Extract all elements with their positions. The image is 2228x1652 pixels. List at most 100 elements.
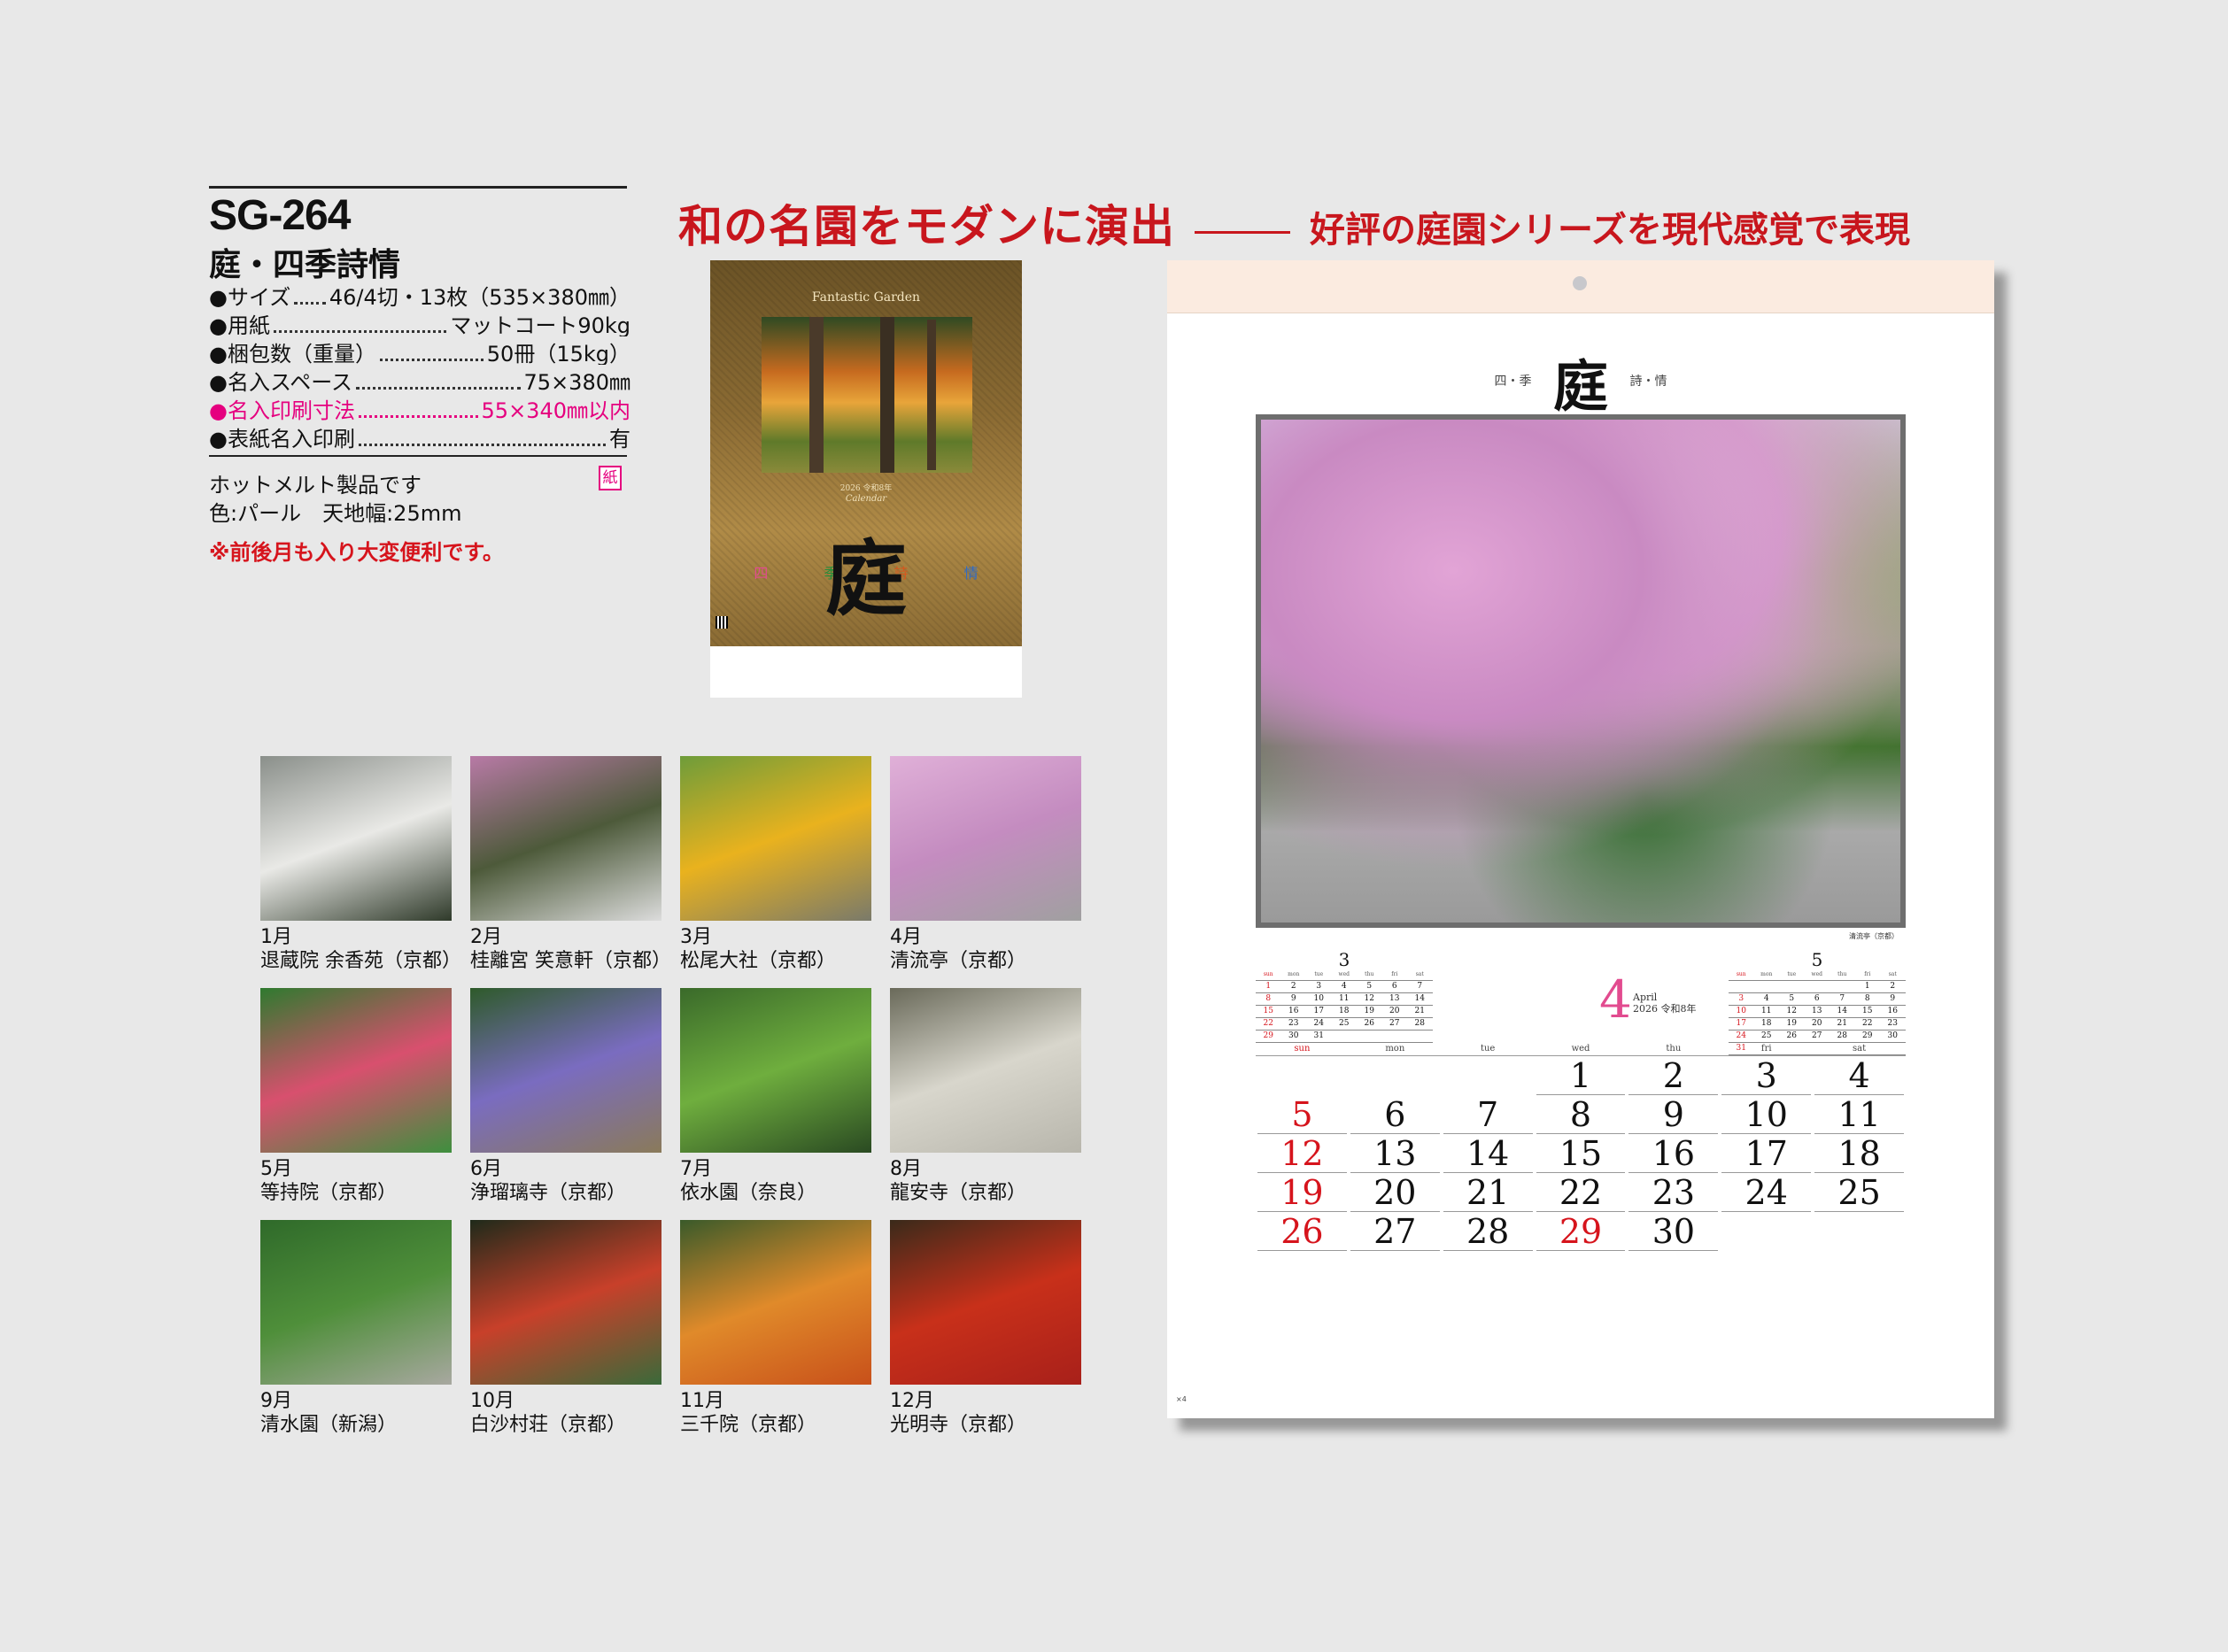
mini-day: 6: [1814, 994, 1820, 1003]
mini-day: 2: [1290, 982, 1296, 991]
mini-day: 18: [1339, 1007, 1350, 1015]
mini-day: 20: [1389, 1007, 1400, 1015]
mini-day: 8: [1265, 994, 1272, 1003]
spec-label: ●梱包数（重量）: [209, 342, 376, 365]
thumbnail-month: 2月: [470, 926, 502, 948]
thumbnail-month: 5月: [260, 1158, 292, 1180]
mini-day: 22: [1862, 1019, 1873, 1028]
day-cell: 15: [1536, 1134, 1626, 1173]
product-code: SG-264: [209, 192, 351, 239]
day-cell: 10: [1721, 1095, 1812, 1134]
mini-day: 9: [1290, 994, 1296, 1003]
day-cell: 11: [1814, 1095, 1905, 1134]
day-cell: 18: [1814, 1134, 1905, 1173]
day-cell: [1721, 1212, 1811, 1251]
mini-day: 2: [1890, 982, 1896, 991]
spec-value: マットコート90kg: [450, 313, 630, 336]
thumbnail-month: 4月: [890, 926, 922, 948]
mini-day: 19: [1786, 1019, 1797, 1028]
day-cell: 28: [1443, 1212, 1533, 1251]
day-cell: 29: [1536, 1212, 1626, 1251]
mini-day: 3: [1316, 982, 1322, 991]
headline-main: 和の名園をモダンに演出: [678, 200, 1175, 252]
spec-row: ●表紙名入印刷 有: [209, 421, 630, 450]
day-cell: [1443, 1056, 1533, 1095]
mini-day: 27: [1389, 1019, 1400, 1028]
thumbnail-item: 2月 桂離宮 笑意軒（京都）: [470, 756, 671, 974]
mini-day: 28: [1837, 1031, 1847, 1040]
day-cell: [1350, 1056, 1440, 1095]
mini-day: 25: [1761, 1031, 1772, 1040]
mini-weekday: thu: [1365, 971, 1374, 977]
thumbnail-month: 1月: [260, 926, 292, 948]
day-cell: [1814, 1212, 1904, 1251]
thumbnail-place: 等持院（京都）: [260, 1182, 398, 1204]
mini-day: 12: [1786, 1007, 1797, 1015]
mini-day: 16: [1288, 1007, 1299, 1015]
thumbnail-month: 10月: [470, 1390, 514, 1412]
note-color: 色:パール 天地幅:25mm: [209, 501, 462, 526]
mini-day: [1754, 981, 1780, 992]
mini-day: 25: [1339, 1019, 1350, 1028]
mini-day: 28: [1414, 1019, 1425, 1028]
thumbnail-place: 松尾大社（京都）: [680, 950, 837, 972]
day-cell: 16: [1628, 1134, 1719, 1173]
day-cell: 4: [1814, 1056, 1905, 1095]
thumbnail-month: 6月: [470, 1158, 502, 1180]
thumbnail-place: 退蔵院 余香苑（京都）: [260, 950, 461, 972]
mini-day: [1830, 981, 1855, 992]
spec-label: ●表紙名入印刷: [209, 427, 355, 450]
weekday-label: sun: [1294, 1044, 1311, 1054]
mini-day: 24: [1736, 1031, 1746, 1040]
thumbnail-place: 清流亭（京都）: [890, 950, 1027, 972]
spec-value: 50冊（15kg）: [486, 342, 630, 365]
thumbnail-item: 6月 浄瑠璃寺（京都）: [470, 988, 661, 1206]
mini-day: 15: [1862, 1007, 1873, 1015]
thumbnail-place: 龍安寺（京都）: [890, 1182, 1027, 1204]
spec-label: ●名入印刷寸法: [209, 398, 355, 421]
weekday-label: tue: [1480, 1044, 1496, 1054]
mini-day: 22: [1263, 1019, 1273, 1028]
thumbnail-photo: [470, 988, 661, 1153]
cover-title: Fantastic Garden: [811, 290, 921, 305]
day-cell: 5: [1257, 1095, 1347, 1134]
thumbnail-item: 9月 清水園（新潟）: [260, 1220, 452, 1438]
day-cell: 22: [1536, 1173, 1626, 1212]
hang-hole: [1573, 276, 1587, 290]
day-cell: 6: [1350, 1095, 1440, 1134]
mini-day: 5: [1789, 994, 1795, 1003]
mini-day: 9: [1890, 994, 1896, 1003]
spec-row: ●名入印刷寸法 55×340㎜以内: [209, 393, 630, 421]
mini-day: 27: [1812, 1031, 1822, 1040]
thumbnail-photo: [260, 756, 452, 921]
mini-day: [1779, 981, 1805, 992]
mini-day: [1805, 981, 1830, 992]
mini-month-title: 5: [1811, 949, 1823, 970]
spec-value: 55×340㎜以内: [481, 398, 630, 421]
mini-day: 14: [1837, 1007, 1847, 1015]
spec-row: ●名入スペース 75×380㎜: [209, 365, 630, 393]
thumbnail-photo: [260, 988, 452, 1153]
product-name: 庭・四季詩情: [209, 247, 401, 283]
thumbnail-place: 光明寺（京都）: [890, 1414, 1027, 1436]
mini-month-title: 3: [1338, 949, 1350, 970]
cover-photo: [762, 317, 972, 473]
spec-row: ●梱包数（重量） 50冊（15kg）: [209, 336, 630, 365]
note-hotmelt: ホットメルト製品です: [209, 473, 422, 498]
mini-day: 13: [1389, 994, 1400, 1003]
mini-weekday: thu: [1837, 971, 1847, 977]
thumbnail-month: 12月: [890, 1390, 934, 1412]
mini-weekday: sun: [1263, 971, 1273, 977]
spec-row: ●用紙 マットコート90kg: [209, 308, 630, 336]
thumbnail-photo: [470, 1220, 661, 1385]
mini-day: 23: [1887, 1019, 1898, 1028]
calendar-header-strip: [1167, 260, 1994, 313]
day-cell: [1257, 1056, 1347, 1095]
month-label: April 2026 令和8年: [1633, 992, 1697, 1015]
mini-weekday: tue: [1787, 971, 1797, 977]
thumbnail-item: 5月 等持院（京都）: [260, 988, 452, 1206]
mini-day: 17: [1313, 1007, 1324, 1015]
mini-weekday: tue: [1314, 971, 1324, 977]
day-cell: 1: [1536, 1056, 1626, 1095]
mini-day: [1407, 1031, 1433, 1042]
